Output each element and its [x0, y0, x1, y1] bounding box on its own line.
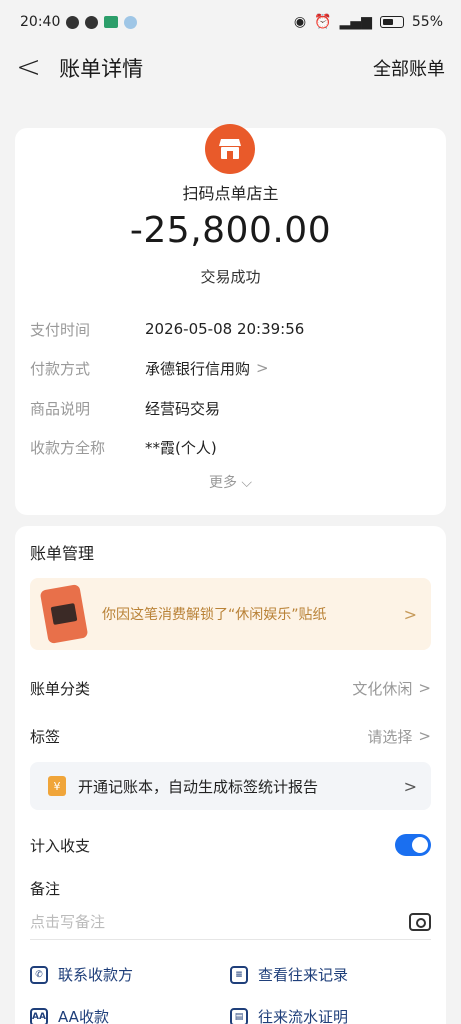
action-label: 联系收款方 — [58, 966, 134, 984]
more-button[interactable]: 更多 ⌵ — [15, 472, 446, 492]
document-icon: ▤ — [230, 1007, 248, 1024]
detail-value: 经营码交易 — [145, 399, 221, 418]
battery-icon — [379, 16, 404, 28]
search-record-icon: ≡ — [230, 965, 248, 984]
action-label: 往来流水证明 — [258, 1008, 349, 1024]
note-label: 备注 — [30, 879, 61, 898]
view-records-button[interactable]: ≡ 查看往来记录 — [230, 964, 348, 985]
bird-icon — [124, 15, 138, 29]
top-bar: < 账单详情 全部账单 — [0, 44, 461, 92]
category-row[interactable]: 账单分类 文化休闲 > — [30, 676, 431, 700]
detail-value: **霞(个人) — [145, 438, 217, 457]
aa-icon: AA — [30, 1007, 48, 1024]
status-bar: 20:40 ◉ ⏰ ▂▄▆ 55% — [0, 0, 461, 44]
detail-label: 支付时间 — [30, 320, 91, 339]
detail-value: 2026-05-08 20:39:56 — [145, 320, 305, 338]
amount: -25,800.00 — [129, 210, 332, 251]
note-placeholder: 点击写备注 — [30, 913, 106, 931]
back-button[interactable]: < — [16, 53, 41, 83]
promo-text: 开通记账本，自动生成标签统计报告 — [78, 777, 319, 796]
signal-icon: ▂▄▆ — [339, 14, 372, 30]
category-value-text: 文化休闲 — [352, 679, 413, 698]
phone-icon: ✆ — [30, 965, 48, 984]
detail-row-payee: 收款方全称 **霞(个人) — [30, 435, 431, 459]
tag-label: 标签 — [30, 727, 61, 746]
chevron-right-icon: > — [403, 776, 417, 796]
detail-row-payment-method[interactable]: 付款方式 承德银行信用购 > — [30, 356, 431, 380]
chevron-right-icon: > — [403, 604, 417, 624]
chevron-right-icon: > — [418, 679, 431, 697]
transaction-status: 交易成功 — [200, 268, 261, 286]
merchant-name: 扫码点单店主 — [182, 184, 279, 203]
note-row: 备注 — [30, 876, 431, 900]
tag-value-text: 请选择 — [367, 727, 413, 746]
yen-icon: ¥ — [48, 776, 66, 796]
chat-icon — [85, 15, 99, 29]
game-console-icon — [39, 583, 89, 645]
income-label: 计入收支 — [30, 836, 91, 855]
income-row: 计入收支 — [30, 833, 431, 857]
transaction-card: 扫码点单店主 -25,800.00 交易成功 支付时间 2026-05-08 2… — [15, 124, 446, 515]
contact-payee-button[interactable]: ✆ 联系收款方 — [30, 964, 133, 985]
status-time: 20:40 — [20, 14, 61, 30]
detail-row-pay-time: 支付时间 2026-05-08 20:39:56 — [30, 317, 431, 341]
detail-label: 商品说明 — [30, 399, 91, 418]
action-label: AA收款 — [58, 1008, 109, 1024]
tag-row[interactable]: 标签 请选择 > — [30, 724, 431, 748]
all-bills-button[interactable]: 全部账单 — [373, 55, 445, 81]
notification-icon — [66, 15, 80, 29]
sticker-banner[interactable]: 你因这笔消费解锁了“休闲娱乐”贴纸 > — [30, 578, 431, 650]
ledger-promo[interactable]: ¥ 开通记账本，自动生成标签统计报告 > — [30, 762, 431, 810]
detail-label: 收款方全称 — [30, 438, 106, 457]
chevron-right-icon: > — [256, 359, 269, 377]
chevron-right-icon: > — [418, 727, 431, 745]
shop-icon — [205, 124, 255, 174]
page-title: 账单详情 — [59, 57, 144, 81]
aa-collect-button[interactable]: AA AA收款 — [30, 1006, 109, 1024]
alarm-icon: ⏰ — [314, 14, 332, 30]
income-toggle[interactable] — [395, 834, 431, 856]
detail-row-description: 商品说明 经营码交易 — [30, 396, 431, 420]
payment-method-value: 承德银行信用购 — [145, 359, 251, 378]
category-label: 账单分类 — [30, 679, 91, 698]
chevron-down-icon: ⌵ — [241, 475, 253, 491]
detail-value: 承德银行信用购 > — [145, 358, 269, 379]
battery-level: 55% — [411, 14, 443, 30]
eye-icon: ◉ — [293, 14, 307, 30]
section-title: 账单管理 — [30, 544, 95, 563]
camera-icon[interactable] — [409, 912, 431, 931]
bill-management-card: 账单管理 你因这笔消费解锁了“休闲娱乐”贴纸 > 账单分类 文化休闲 > 标签 … — [15, 526, 446, 1024]
action-label: 查看往来记录 — [258, 966, 349, 984]
sticker-text: 你因这笔消费解锁了“休闲娱乐”贴纸 — [102, 607, 327, 623]
statement-proof-button[interactable]: ▤ 往来流水证明 — [230, 1006, 348, 1024]
app-icon — [104, 16, 119, 28]
more-label: 更多 — [208, 475, 237, 491]
category-value: 文化休闲 > — [352, 678, 431, 699]
detail-label: 付款方式 — [30, 359, 91, 378]
tag-value: 请选择 > — [367, 726, 431, 747]
note-input[interactable]: 点击写备注 — [30, 904, 431, 940]
